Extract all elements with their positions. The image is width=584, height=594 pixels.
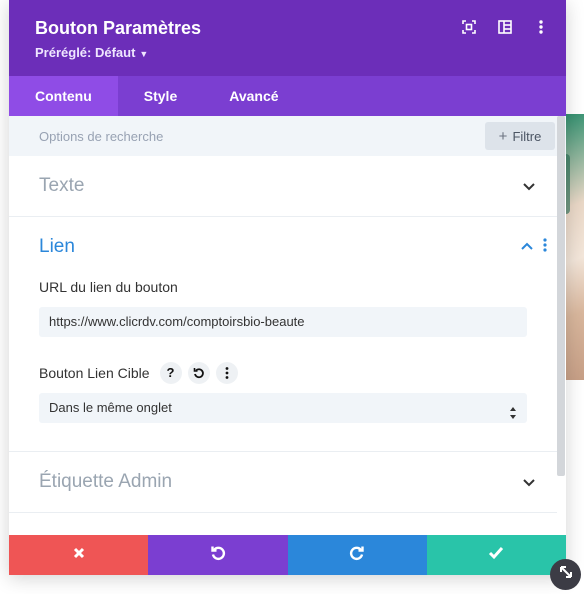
resize-handle[interactable] — [550, 559, 581, 590]
select-arrows-icon — [509, 401, 517, 419]
more-vertical-icon[interactable] — [215, 362, 238, 384]
preset-selector[interactable]: Préréglé: Défaut ▼ — [35, 45, 148, 60]
resize-icon — [558, 564, 574, 585]
section-lien-title: Lien — [39, 236, 75, 257]
url-field-label: URL du lien du bouton — [39, 279, 178, 295]
modal-title: Bouton Paramètres — [35, 18, 202, 38]
tab-style[interactable]: Style — [118, 76, 203, 116]
more-vertical-icon[interactable] — [532, 18, 550, 36]
search-bar: Options de recherche + Filtre — [9, 116, 566, 156]
caret-down-icon: ▼ — [139, 49, 149, 59]
close-icon — [73, 546, 85, 564]
section-admin-header[interactable]: Étiquette Admin — [9, 452, 557, 512]
url-input[interactable]: https://www.clicrdv.com/comptoirsbio-bea… — [39, 307, 527, 337]
expand-icon[interactable] — [460, 18, 478, 36]
redo-button[interactable] — [287, 535, 427, 575]
modal-header: Bouton Paramètres Préréglé: Défaut ▼ — [9, 0, 566, 76]
undo-icon — [210, 545, 226, 566]
section-texte-title: Texte — [39, 175, 85, 196]
options-panel: Texte Lien URL du lien du bouton https:/… — [9, 156, 557, 535]
check-icon — [488, 546, 504, 565]
section-lien-header[interactable]: Lien — [9, 217, 557, 277]
plus-icon: + — [498, 127, 508, 145]
section-texte-header[interactable]: Texte — [9, 156, 557, 216]
target-field-label: Bouton Lien Cible — [39, 365, 150, 381]
target-field-label-row: Bouton Lien Cible ? — [39, 362, 527, 384]
undo-button[interactable] — [148, 535, 288, 575]
modal-footer — [9, 535, 566, 575]
help-icon[interactable]: ? — [159, 362, 182, 384]
tab-avance[interactable]: Avancé — [203, 76, 304, 116]
scrollbar[interactable] — [557, 116, 565, 476]
save-button[interactable] — [426, 535, 566, 575]
filter-label: Filtre — [512, 128, 542, 144]
search-input[interactable]: Options de recherche — [39, 129, 163, 144]
reset-icon[interactable] — [187, 362, 210, 384]
chevron-down-icon[interactable] — [521, 474, 537, 490]
more-vertical-icon[interactable] — [543, 238, 553, 256]
section-texte: Texte — [9, 156, 557, 217]
discard-button[interactable] — [9, 535, 149, 575]
chevron-down-icon[interactable] — [521, 178, 537, 194]
tab-contenu[interactable]: Contenu — [9, 76, 118, 116]
preset-label: Préréglé: Défaut — [35, 45, 136, 60]
chevron-up-icon[interactable] — [519, 239, 535, 255]
section-admin-title: Étiquette Admin — [39, 471, 173, 492]
redo-icon — [349, 545, 365, 566]
section-lien: Lien URL du lien du bouton https://www.c… — [9, 217, 557, 452]
sidebar-layout-icon[interactable] — [496, 18, 514, 36]
target-select[interactable]: Dans le même onglet — [39, 393, 527, 423]
section-admin: Étiquette Admin — [9, 452, 557, 513]
tab-bar: Contenu Style Avancé — [9, 76, 566, 116]
settings-modal: Bouton Paramètres Préréglé: Défaut ▼ Cont… — [9, 0, 566, 575]
target-select-value: Dans le même onglet — [49, 400, 172, 415]
filter-button[interactable]: + Filtre — [485, 122, 555, 150]
